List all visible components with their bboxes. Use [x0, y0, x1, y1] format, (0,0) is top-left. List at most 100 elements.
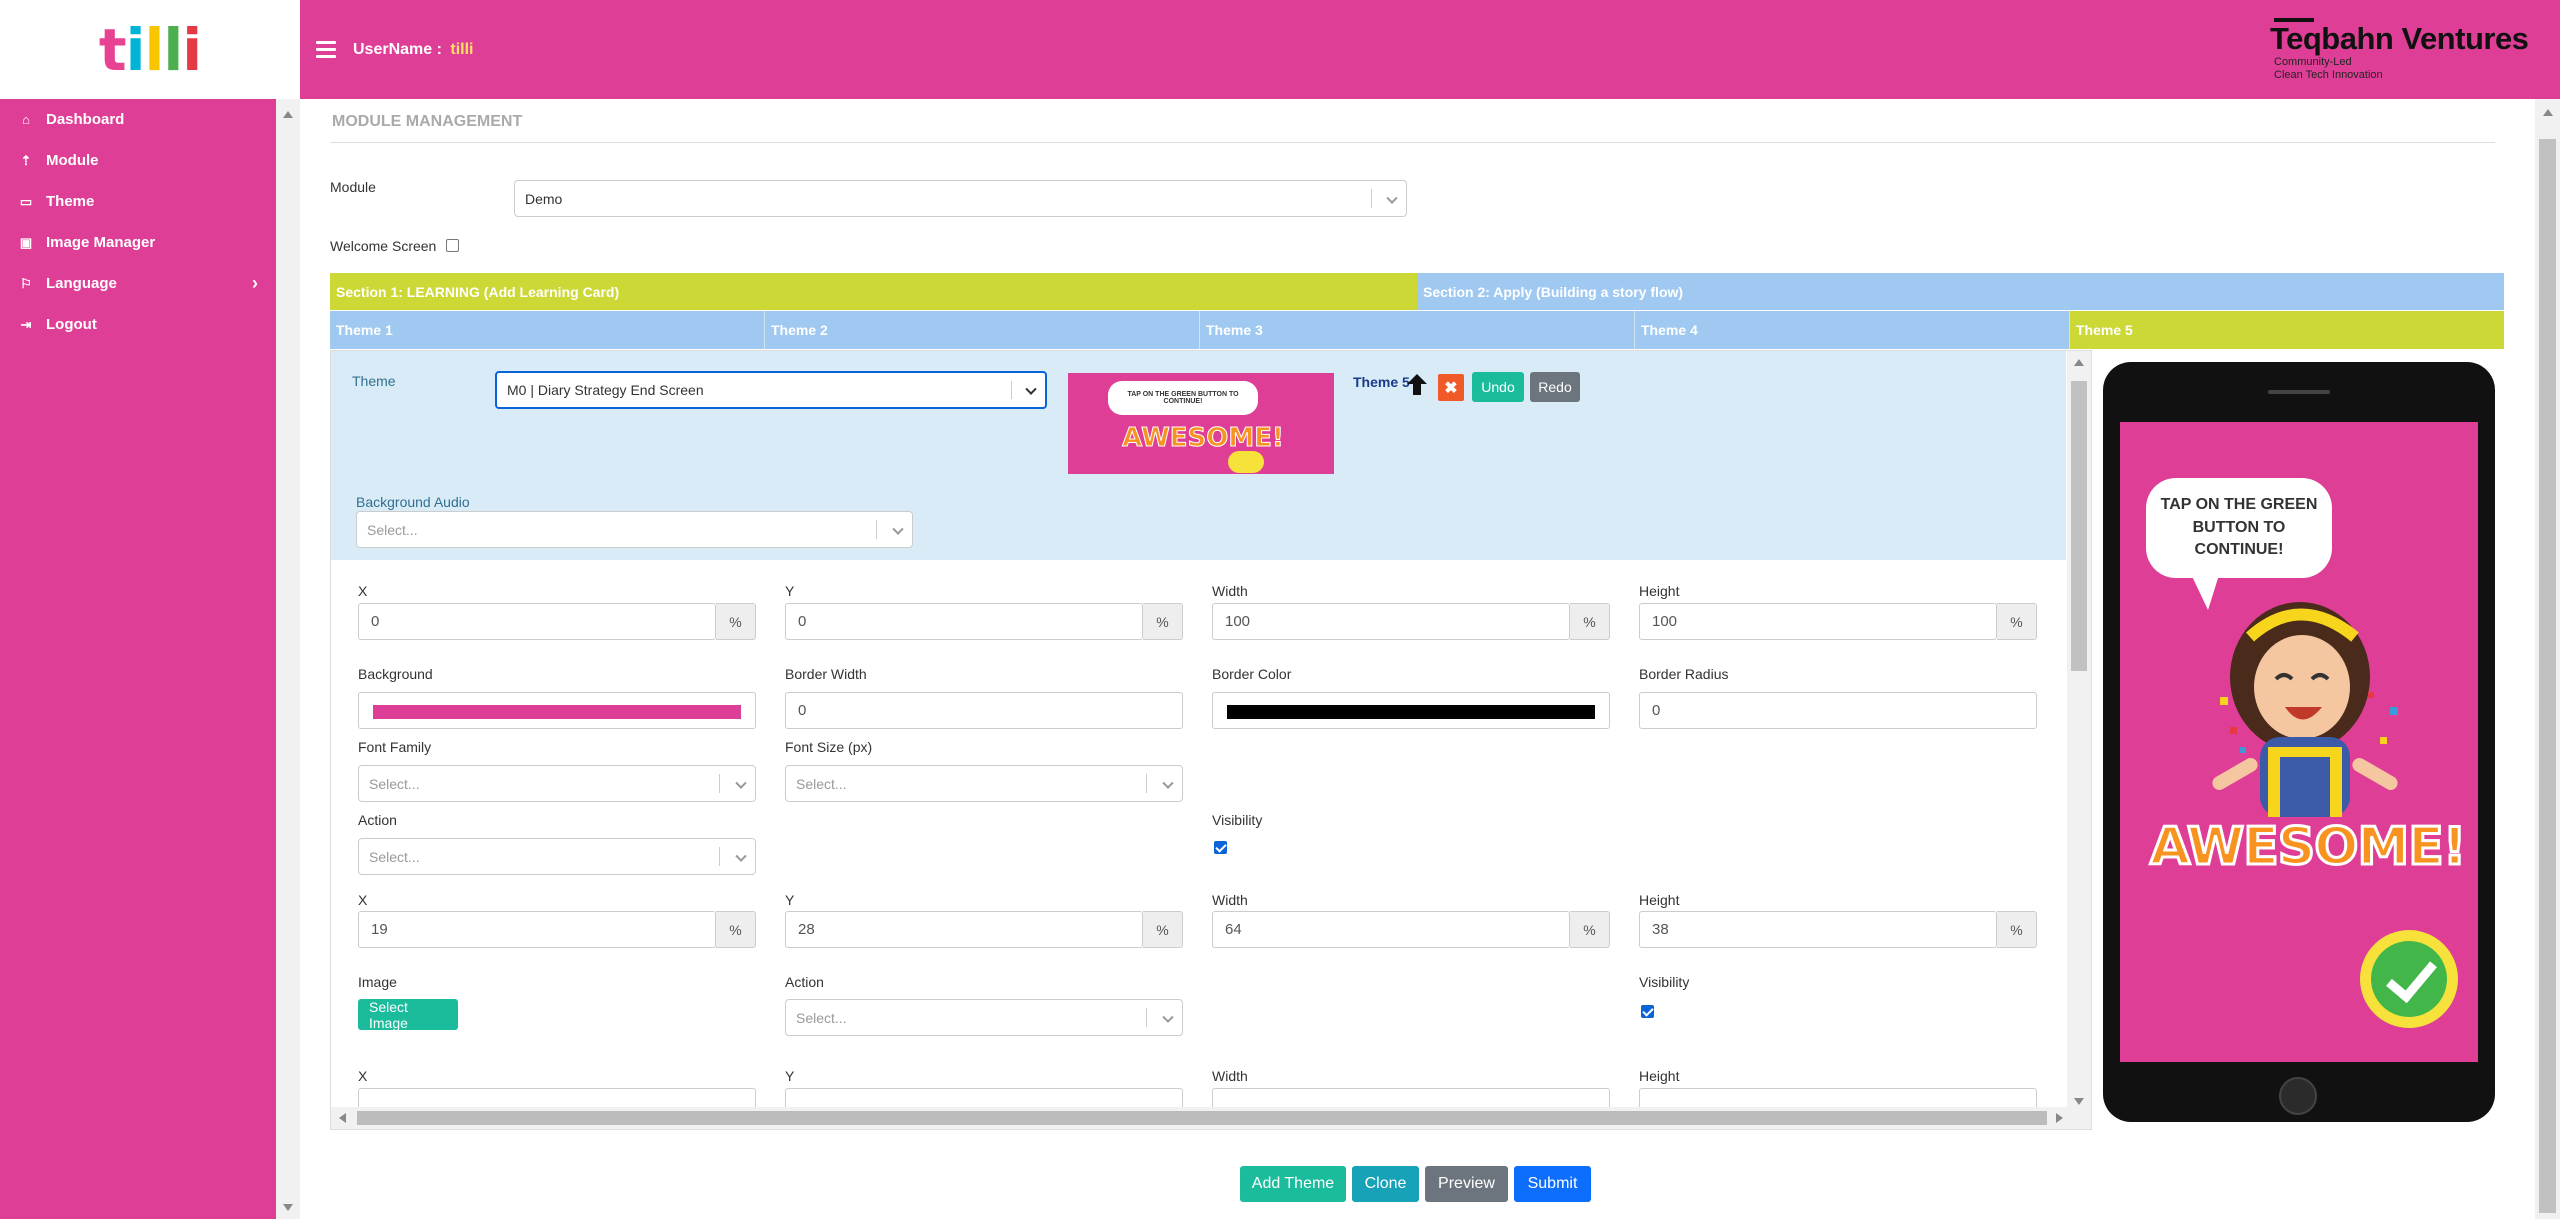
phone-preview: TAP ON THE GREEN BUTTON TO CONTINUE! AWE…	[2103, 362, 2495, 1122]
percent-addon: %	[1997, 911, 2037, 948]
brand-logo: Teqbahn Ventures Community-Led Clean Tec…	[2270, 18, 2550, 81]
chevron-down-icon	[735, 850, 747, 862]
theme-thumbnail: TAP ON THE GREEN BUTTON TO CONTINUE! AWE…	[1068, 373, 1334, 474]
scroll-down-icon[interactable]	[283, 1204, 293, 1211]
el2-height-label: Height	[1639, 892, 1680, 908]
sidebar-item-module[interactable]: ⇡ Module	[0, 140, 276, 181]
sidebar-item-image-manager[interactable]: ▣ Image Manager	[0, 222, 276, 263]
tab-theme-3[interactable]: Theme 3	[1200, 311, 1635, 349]
sidebar-item-theme[interactable]: ▭ Theme	[0, 181, 276, 222]
page-scrollbar[interactable]	[2535, 99, 2560, 1219]
el1-border-color-label: Border Color	[1212, 666, 1292, 682]
percent-addon: %	[716, 603, 756, 640]
font-size-placeholder: Select...	[796, 775, 847, 792]
scroll-thumb[interactable]	[2071, 381, 2087, 671]
select-image-button[interactable]: Select Image	[358, 999, 458, 1031]
background-audio-select[interactable]: Select...	[356, 511, 913, 548]
el2-action-label: Action	[785, 974, 824, 990]
module-select-value: Demo	[525, 190, 563, 207]
editor-horizontal-scrollbar[interactable]	[331, 1107, 2091, 1129]
clone-button[interactable]: Clone	[1352, 1166, 1419, 1202]
el1-background-color-input[interactable]	[358, 692, 756, 729]
submit-button[interactable]: Submit	[1514, 1166, 1591, 1202]
scroll-right-icon[interactable]	[2056, 1113, 2063, 1123]
tab-section-2[interactable]: Section 2: Apply (Building a story flow)	[1417, 273, 2504, 310]
redo-button[interactable]: Redo	[1530, 372, 1580, 402]
monitor-icon: ▭	[19, 193, 33, 209]
brand-name: Teqbahn Ventures	[2270, 21, 2529, 56]
bubble-line-1: TAP ON THE GREEN	[2160, 496, 2318, 514]
el2-height-input[interactable]: 38	[1639, 911, 1997, 948]
scroll-up-icon[interactable]	[2074, 359, 2084, 366]
brand-tagline-2: Clean Tech Innovation	[2274, 68, 2383, 81]
close-icon: ✖	[1444, 379, 1458, 397]
el2-visibility-checkbox[interactable]	[1641, 1005, 1654, 1018]
scroll-down-icon[interactable]	[2074, 1098, 2084, 1105]
tab-theme-2[interactable]: Theme 2	[765, 311, 1200, 349]
sidebar-item-logout[interactable]: ⇥ Logout	[0, 304, 276, 345]
scroll-left-icon[interactable]	[339, 1113, 346, 1123]
el1-visibility-checkbox[interactable]	[1214, 841, 1227, 854]
app-logo[interactable]: tilli	[0, 0, 300, 99]
preview-button[interactable]: Preview	[1425, 1166, 1508, 1202]
el1-y-label: Y	[785, 583, 795, 599]
top-bar: UserName : tilli Teqbahn Ventures Commun…	[300, 0, 2560, 99]
scroll-thumb[interactable]	[357, 1111, 2047, 1125]
module-label: Module	[330, 179, 376, 195]
tab-theme-1[interactable]: Theme 1	[330, 311, 765, 349]
el1-height-input[interactable]: 100	[1639, 603, 1997, 640]
el1-x-input[interactable]: 0	[358, 603, 716, 640]
el2-action-select[interactable]: Select...	[785, 999, 1183, 1036]
el2-x-input[interactable]: 19	[358, 911, 716, 948]
tab-theme-5[interactable]: Theme 5	[2070, 311, 2504, 349]
undo-button[interactable]: Undo	[1472, 372, 1524, 402]
sidebar-item-label: Dashboard	[46, 111, 125, 128]
el1-y-input[interactable]: 0	[785, 603, 1143, 640]
el1-font-family-select[interactable]: Select...	[358, 765, 756, 802]
el1-x-label: X	[358, 583, 368, 599]
theme-select[interactable]: M0 | Diary Strategy End Screen	[495, 371, 1047, 409]
sidebar-item-label: Logout	[46, 316, 97, 333]
green-check-button[interactable]	[2360, 930, 2458, 1028]
el1-width-input[interactable]: 100	[1212, 603, 1570, 640]
welcome-screen-checkbox[interactable]	[446, 239, 459, 252]
el2-x-label: X	[358, 892, 368, 908]
el1-border-radius-label: Border Radius	[1639, 666, 1729, 682]
select-separator	[719, 774, 720, 793]
el1-border-color-input[interactable]	[1212, 692, 1610, 729]
el2-width-input[interactable]: 64	[1212, 911, 1570, 948]
tab-theme-4[interactable]: Theme 4	[1635, 311, 2070, 349]
scroll-up-icon[interactable]	[2543, 109, 2553, 116]
el1-border-width-label: Border Width	[785, 666, 867, 682]
delete-theme-button[interactable]: ✖	[1438, 374, 1464, 401]
el2-y-label: Y	[785, 892, 795, 908]
select-separator	[1146, 774, 1147, 793]
module-select[interactable]: Demo	[514, 180, 1407, 217]
username-display: UserName : tilli	[353, 41, 474, 59]
percent-addon: %	[1570, 603, 1610, 640]
sidebar-item-language[interactable]: ⚐ Language ›	[0, 263, 276, 304]
el2-y-input[interactable]: 28	[785, 911, 1143, 948]
editor-vertical-scrollbar[interactable]	[2067, 351, 2091, 1111]
add-theme-button[interactable]: Add Theme	[1240, 1166, 1346, 1202]
el1-border-radius-input[interactable]: 0	[1639, 692, 2037, 729]
tab-section-1[interactable]: Section 1: LEARNING (Add Learning Card)	[330, 273, 1417, 310]
awesome-text: AWESOME!	[2149, 816, 2468, 879]
scroll-up-icon[interactable]	[283, 111, 293, 118]
el1-border-width-input[interactable]: 0	[785, 692, 1183, 729]
logo-wordmark: tilli	[98, 15, 202, 84]
phone-screen: TAP ON THE GREEN BUTTON TO CONTINUE! AWE…	[2120, 422, 2478, 1062]
scroll-thumb[interactable]	[2539, 139, 2556, 1213]
sidebar-item-dashboard[interactable]: ⌂ Dashboard	[0, 99, 276, 140]
sidebar-item-label: Module	[46, 152, 99, 169]
thumbnail-bubble: TAP ON THE GREEN BUTTON TO CONTINUE!	[1108, 381, 1258, 415]
current-theme-label: Theme 5	[1353, 374, 1410, 390]
menu-toggle-icon[interactable]	[316, 41, 336, 58]
el1-action-select[interactable]: Select...	[358, 838, 756, 875]
select-separator	[719, 847, 720, 866]
sidebar-scrollbar[interactable]	[276, 99, 300, 1219]
el1-font-size-select[interactable]: Select...	[785, 765, 1183, 802]
background-color-swatch	[373, 705, 741, 719]
move-up-arrow-icon[interactable]	[1404, 371, 1430, 397]
chevron-down-icon	[1386, 192, 1398, 204]
